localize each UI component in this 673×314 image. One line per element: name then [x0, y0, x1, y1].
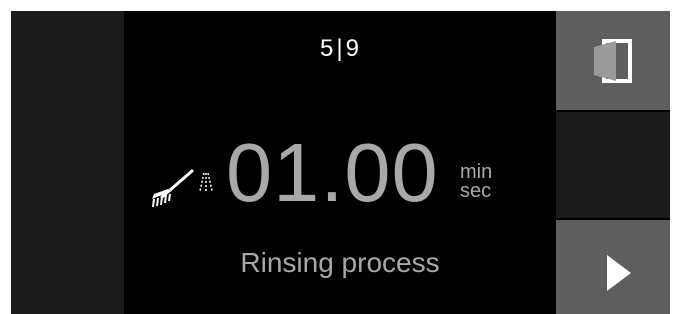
main-display: 5|9 01.00 min sec Rinsing process: [124, 11, 556, 314]
step-counter: 5|9: [124, 35, 556, 63]
left-side-panel: [11, 11, 124, 314]
step-separator: |: [336, 35, 344, 62]
rinse-brush-spray-icon: [152, 169, 213, 208]
current-step: 5: [320, 35, 335, 62]
door-open-icon: [594, 39, 632, 83]
timer-units: min sec: [460, 162, 492, 202]
status-text: Rinsing process: [240, 247, 440, 278]
play-triangle-icon: [607, 255, 631, 291]
right-button-column: [556, 11, 670, 314]
timer-row: 01.00 min sec: [124, 123, 556, 223]
unit-seconds: sec: [460, 180, 492, 202]
door-button[interactable]: [556, 11, 670, 110]
start-button[interactable]: [556, 220, 670, 314]
timer-value: 01.00: [226, 126, 439, 219]
total-steps: 9: [345, 35, 360, 62]
empty-button-slot: [556, 112, 670, 218]
